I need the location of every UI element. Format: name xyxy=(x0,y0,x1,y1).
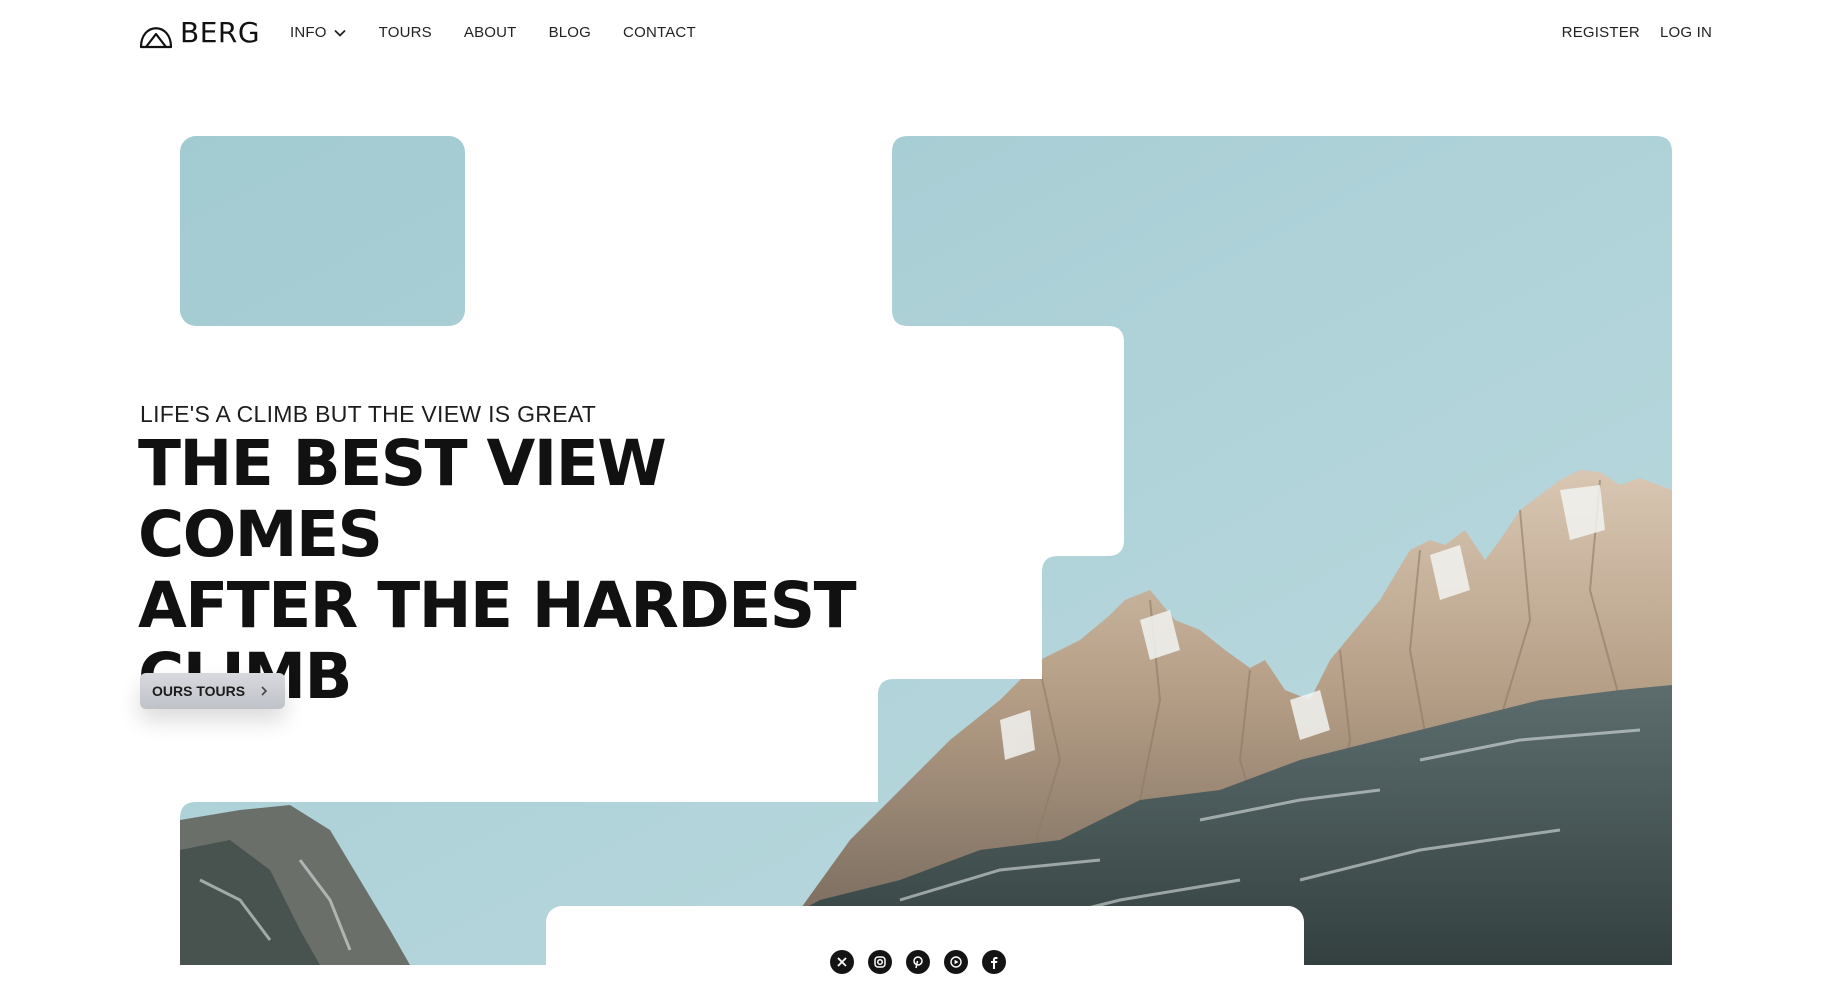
bottom-card xyxy=(546,906,1304,986)
chevron-right-icon xyxy=(261,686,268,696)
hero-headline: THE BEST VIEW COMES AFTER THE HARDEST CL… xyxy=(138,428,918,712)
our-tours-button[interactable]: OURS TOURS xyxy=(140,673,286,709)
social-links xyxy=(830,950,1006,974)
facebook-icon[interactable] xyxy=(982,950,1006,974)
cta-label: OURS TOURS xyxy=(152,683,246,699)
headline-line: AFTER THE HARDEST xyxy=(138,569,857,642)
pinterest-icon[interactable] xyxy=(906,950,930,974)
instagram-icon[interactable] xyxy=(868,950,892,974)
x-icon[interactable] xyxy=(830,950,854,974)
headline-line: THE BEST VIEW COMES xyxy=(138,427,667,571)
hero-tagline: LIFE'S A CLIMB BUT THE VIEW IS GREAT xyxy=(140,401,597,427)
youtube-icon[interactable] xyxy=(944,950,968,974)
